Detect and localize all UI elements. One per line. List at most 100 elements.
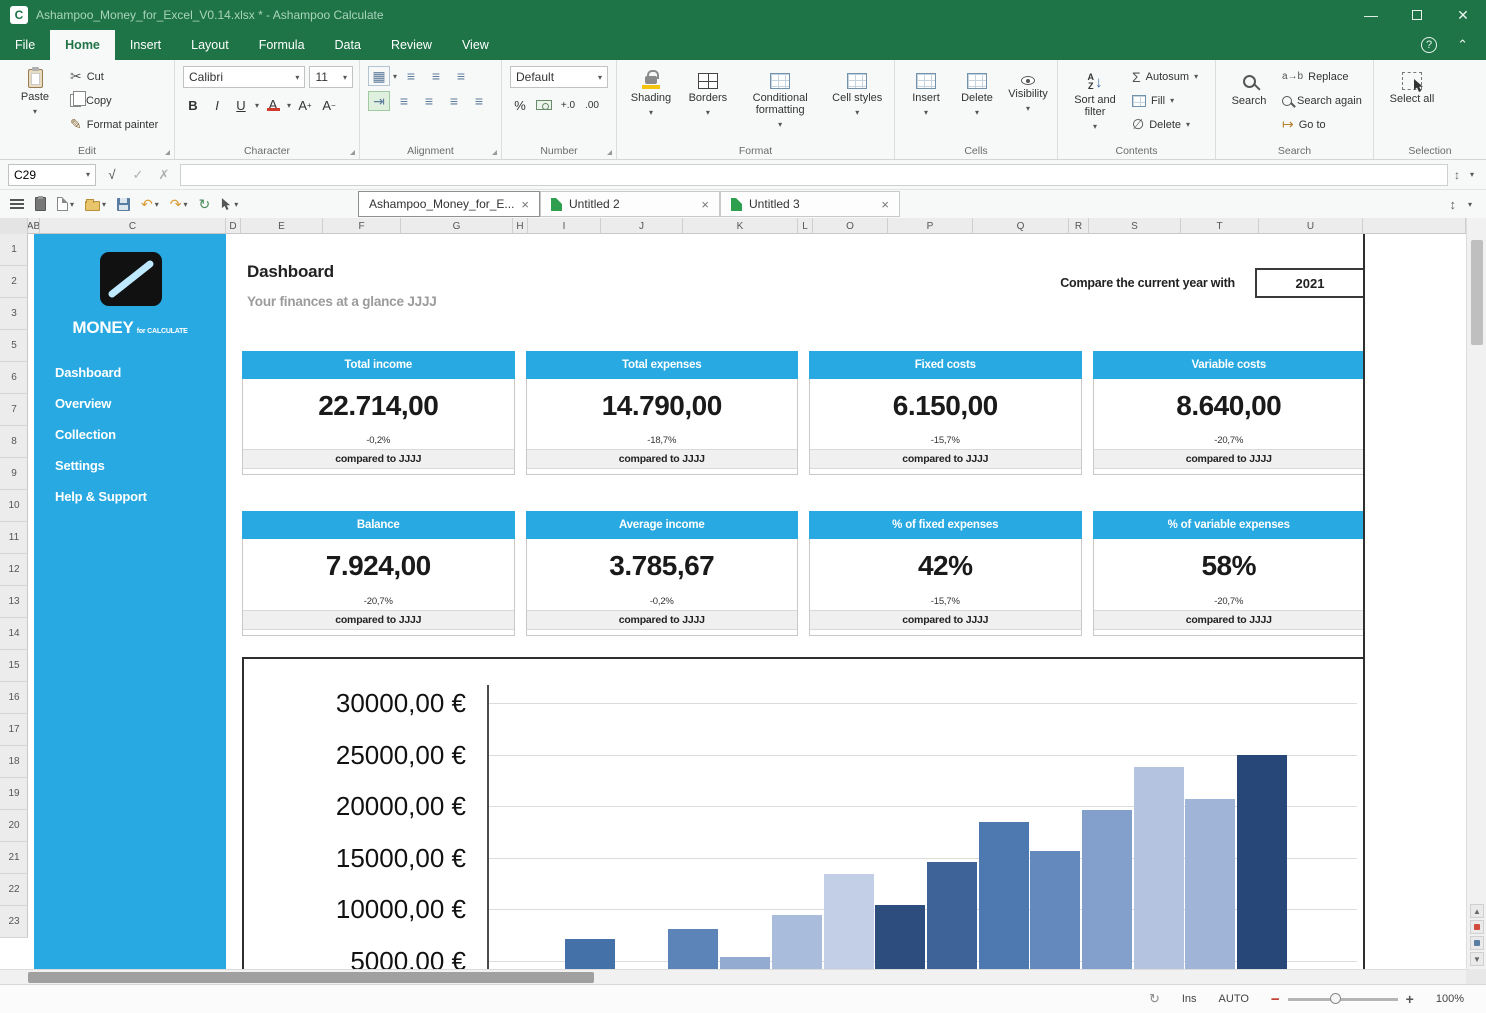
- column-header-G[interactable]: G: [401, 218, 513, 234]
- prev-marker-button[interactable]: [1470, 920, 1484, 934]
- column-header-S[interactable]: S: [1089, 218, 1181, 234]
- row-header-16[interactable]: 16: [0, 682, 28, 714]
- zoom-in-button[interactable]: +: [1406, 991, 1414, 1007]
- redo-button[interactable]: ↷▾: [170, 196, 188, 213]
- refresh-button[interactable]: ↻: [199, 196, 211, 213]
- row-header-19[interactable]: 19: [0, 778, 28, 810]
- row-header-9[interactable]: 9: [0, 458, 28, 490]
- merge-dropdown-icon[interactable]: ▾: [393, 72, 397, 81]
- row-header-11[interactable]: 11: [0, 522, 28, 554]
- search-button[interactable]: Search: [1224, 66, 1274, 141]
- row-header-1[interactable]: 1: [0, 234, 28, 266]
- edit-dialog-launcher[interactable]: [165, 150, 170, 155]
- column-header-J[interactable]: J: [601, 218, 683, 234]
- row-header-14[interactable]: 14: [0, 618, 28, 650]
- chart-bar[interactable]: [772, 915, 822, 969]
- chart-bar[interactable]: [1237, 755, 1287, 970]
- vertical-scrollbar-thumb[interactable]: [1471, 240, 1483, 345]
- align-middle-button[interactable]: ≡: [425, 66, 447, 86]
- scroll-up-icon[interactable]: ▲: [1470, 904, 1484, 918]
- menu-tab-data[interactable]: Data: [320, 30, 376, 60]
- sidebar-item-overview[interactable]: Overview: [34, 388, 226, 419]
- row-header-21[interactable]: 21: [0, 842, 28, 874]
- row-header-5[interactable]: 5: [0, 330, 28, 362]
- character-dialog-launcher[interactable]: [350, 150, 355, 155]
- fill-button[interactable]: Fill ▾: [1129, 90, 1201, 111]
- row-header-7[interactable]: 7: [0, 394, 28, 426]
- horizontal-scrollbar-thumb[interactable]: [28, 972, 594, 983]
- select-all-corner[interactable]: [0, 218, 28, 234]
- font-color-button[interactable]: A: [263, 94, 283, 116]
- column-header-AB[interactable]: AB: [28, 218, 40, 234]
- paste-button[interactable]: Paste ▾: [8, 66, 62, 141]
- column-header-D[interactable]: D: [226, 218, 241, 234]
- chart-bar[interactable]: [875, 905, 925, 969]
- save-button[interactable]: [117, 198, 130, 211]
- number-format-select[interactable]: Default ▾: [510, 66, 608, 88]
- chart-bar[interactable]: [1185, 799, 1235, 969]
- formula-bar-dropdown-icon[interactable]: ▾: [1470, 170, 1474, 179]
- tab-list-dropdown-icon[interactable]: ▾: [1468, 200, 1472, 209]
- close-tab-icon[interactable]: ×: [521, 197, 529, 212]
- insert-cells-button[interactable]: Insert ▾: [903, 66, 949, 141]
- insert-mode-indicator[interactable]: Ins: [1182, 993, 1197, 1005]
- horizontal-scrollbar[interactable]: [0, 969, 1466, 984]
- accept-icon[interactable]: ✓: [128, 167, 148, 183]
- chart-bar[interactable]: [1030, 851, 1080, 969]
- function-wizard-icon[interactable]: √: [102, 167, 122, 182]
- column-header-Q[interactable]: Q: [973, 218, 1069, 234]
- delete-contents-button[interactable]: ∅ Delete ▾: [1129, 114, 1201, 135]
- font-name-select[interactable]: Calibri ▾: [183, 66, 305, 88]
- open-document-button[interactable]: ▾: [85, 198, 106, 211]
- column-header-K[interactable]: K: [683, 218, 798, 234]
- zoom-slider[interactable]: [1288, 998, 1398, 1001]
- chart-bar[interactable]: [927, 862, 977, 969]
- justify-button[interactable]: ≡: [468, 91, 490, 111]
- search-again-button[interactable]: Search again: [1279, 90, 1365, 111]
- sort-and-filter-button[interactable]: AZ↓ Sort and filter ▾: [1066, 66, 1124, 141]
- pointer-mode-button[interactable]: ▾: [221, 198, 238, 211]
- replace-button[interactable]: a→b Replace: [1279, 66, 1365, 87]
- row-header-10[interactable]: 10: [0, 490, 28, 522]
- minimize-button[interactable]: —: [1348, 0, 1394, 30]
- conditional-formatting-button[interactable]: Conditional formatting ▾: [739, 66, 822, 141]
- row-header-18[interactable]: 18: [0, 746, 28, 778]
- row-header-2[interactable]: 2: [0, 266, 28, 298]
- formula-input[interactable]: [180, 164, 1448, 186]
- borders-button[interactable]: Borders ▾: [682, 66, 734, 141]
- auto-mode-indicator[interactable]: AUTO: [1219, 993, 1249, 1005]
- column-header-blank[interactable]: [1363, 218, 1466, 234]
- underline-dropdown-icon[interactable]: ▾: [255, 101, 259, 110]
- font-color-dropdown-icon[interactable]: ▾: [287, 101, 291, 110]
- chart-bar[interactable]: [824, 874, 874, 969]
- expand-formula-bar-icon[interactable]: ↕: [1454, 168, 1460, 182]
- text-orientation-button[interactable]: ⇥: [368, 91, 390, 111]
- maximize-button[interactable]: [1394, 0, 1440, 30]
- decrease-font-size-button[interactable]: A−: [319, 94, 339, 116]
- new-document-button[interactable]: ▾: [57, 197, 74, 211]
- main-menu-button[interactable]: [10, 199, 24, 209]
- row-header-13[interactable]: 13: [0, 586, 28, 618]
- sheet-tab[interactable]: Untitled 2×: [540, 191, 720, 217]
- menu-tab-view[interactable]: View: [447, 30, 504, 60]
- merge-cells-button[interactable]: ▦: [368, 66, 390, 86]
- font-size-select[interactable]: 11 ▾: [309, 66, 353, 88]
- sidebar-item-settings[interactable]: Settings: [34, 450, 226, 481]
- column-header-C[interactable]: C: [40, 218, 226, 234]
- menu-tab-layout[interactable]: Layout: [176, 30, 244, 60]
- format-painter-button[interactable]: ✎ Format painter: [67, 114, 161, 135]
- align-center-button[interactable]: ≡: [418, 91, 440, 111]
- row-header-6[interactable]: 6: [0, 362, 28, 394]
- menu-tab-formula[interactable]: Formula: [244, 30, 320, 60]
- zoom-level[interactable]: 100%: [1436, 993, 1464, 1005]
- scroll-down-icon[interactable]: ▼: [1470, 952, 1484, 966]
- menu-tab-file[interactable]: File: [0, 30, 50, 60]
- vertical-scrollbar[interactable]: ▲ ▼: [1466, 218, 1486, 984]
- align-right-button[interactable]: ≡: [443, 91, 465, 111]
- cell-reference-box[interactable]: C29 ▾: [8, 164, 96, 186]
- close-button[interactable]: ✕: [1440, 0, 1486, 30]
- chart-bar[interactable]: [1134, 767, 1184, 969]
- chart-bar[interactable]: [565, 939, 615, 969]
- close-tab-icon[interactable]: ×: [701, 197, 709, 212]
- sheet-tab[interactable]: Untitled 3×: [720, 191, 900, 217]
